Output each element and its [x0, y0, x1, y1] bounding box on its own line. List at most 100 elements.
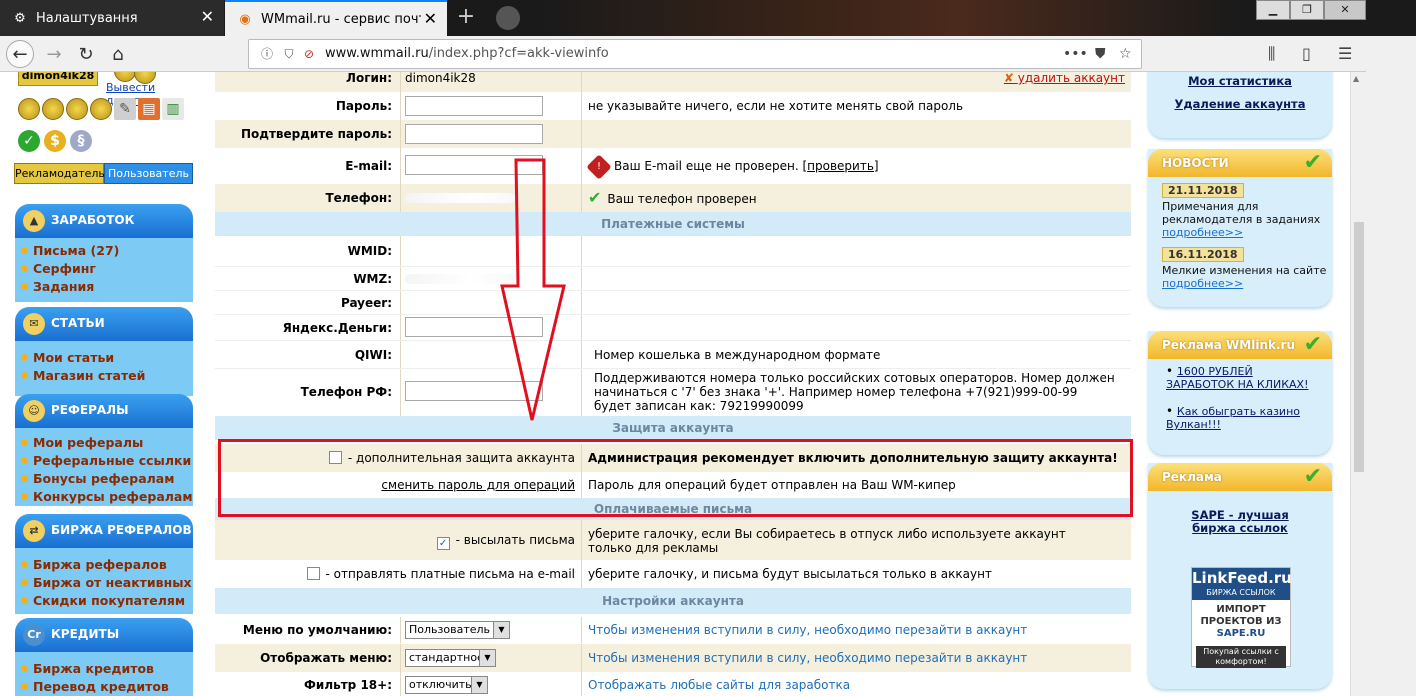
news-more-link[interactable]: подробнее>> [1162, 277, 1332, 290]
sidebar-item-surfing[interactable]: Серфинг [21, 260, 193, 278]
extra-protection-checkbox[interactable] [328, 451, 342, 464]
sidebar-item-inactive-exchange[interactable]: Биржа от неактивных [21, 574, 193, 592]
sidebar-item-credit-transfer[interactable]: Перевод кредитов [21, 678, 193, 696]
show-menu-select[interactable]: стандартное ▼ [405, 649, 496, 667]
paid-email-note: уберите галочку, и письма будут высылать… [581, 560, 1131, 588]
sidebar-item-buyer-discounts[interactable]: Скидки покупателям [21, 592, 193, 610]
back-button[interactable]: ← [6, 40, 34, 68]
maximize-button[interactable]: ❐ [1290, 0, 1324, 20]
section-title: СТАТЬИ [51, 316, 105, 330]
new-tab-button[interactable]: + [452, 4, 480, 32]
money-s-icon[interactable]: § [70, 130, 92, 152]
minimize-button[interactable]: ▁ [1256, 0, 1290, 20]
password-input[interactable] [405, 96, 543, 116]
op-password-note: Пароль для операций будет отправлен на В… [581, 472, 1131, 498]
qiwi-label: QIWI: [354, 348, 392, 362]
sidebar-icon[interactable]: ▯ [1302, 44, 1311, 63]
news-more-link[interactable]: подробнее>> [1162, 226, 1332, 239]
sidebar-item-letters[interactable]: Письма (27) [21, 242, 193, 260]
qiwi-row: QIWI: Номер кошелька в международном фор… [215, 340, 1131, 368]
delete-account-link[interactable]: ✘ удалить аккаунт [1004, 72, 1125, 90]
scroll-up-icon[interactable]: ▲ [1353, 74, 1359, 83]
medal-icon [66, 98, 88, 120]
default-menu-select[interactable]: Пользователь ▼ [405, 621, 510, 639]
sape-ad-link[interactable]: SAPE - лучшая биржа ссылок [1168, 509, 1312, 535]
library-icon[interactable]: ⫼ [1268, 44, 1275, 64]
phone-rf-row: Телефон РФ: Поддерживаются номера только… [215, 368, 1131, 416]
wmz-label: WMZ: [353, 272, 392, 286]
dollar-icon[interactable]: $ [44, 130, 66, 152]
user-button[interactable]: Пользователь [104, 163, 193, 184]
check-icon: ✔ [1303, 464, 1322, 489]
arrow-right-icon: → [46, 43, 62, 65]
news-text: Примечания для рекламодателя в заданиях [1162, 200, 1321, 226]
delete-icon: ✘ [1003, 72, 1018, 85]
confirm-password-label: Подтвердите пароль: [240, 127, 392, 141]
chevron-down-icon: ▼ [471, 677, 487, 693]
shield-icon[interactable]: ⛉ [281, 46, 297, 62]
email-check-link[interactable]: проверить [807, 159, 874, 173]
notepad-icon[interactable]: ✎ [114, 98, 136, 120]
sidebar-item-referral-bonuses[interactable]: Бонусы рефералам [21, 470, 193, 488]
sidebar-item-my-referrals[interactable]: Мои рефералы [21, 434, 193, 452]
warning-icon: ! [586, 153, 612, 180]
close-icon[interactable]: ✕ [424, 11, 437, 27]
email-row: E-mail: ! Ваш E-mail еще не проверен. [пр… [215, 148, 1131, 184]
wmlink-ad-link[interactable]: 1600 РУБЛЕЙ ЗАРАБОТОК НА КЛИКАХ! [1166, 365, 1309, 391]
linkfeed-logo: LinkFeed.ru [1192, 568, 1292, 588]
sidebar-item-tasks[interactable]: Задания [21, 278, 193, 296]
sidebar-item-referral-links[interactable]: Реферальные ссылки [21, 452, 193, 470]
pocket-icon[interactable]: ⛊ [1095, 46, 1106, 62]
chart-icon[interactable]: ▥ [162, 98, 184, 120]
wmlink-ad-link[interactable]: Как обыграть казино Вулкан!!! [1166, 405, 1300, 431]
window-close-button[interactable]: ✕ [1324, 0, 1366, 20]
news-date: 21.11.2018 [1162, 183, 1244, 198]
check-icon: ✔ [588, 188, 602, 207]
sidebar-item-my-articles[interactable]: Мои статьи [21, 349, 193, 367]
change-op-password-link[interactable]: сменить пароль для операций [381, 478, 575, 492]
check-circle-icon[interactable]: ✓ [18, 130, 40, 152]
sidebar-item-credit-exchange[interactable]: Биржа кредитов [21, 660, 193, 678]
qiwi-hint: Номер кошелька в международном формате [581, 341, 1131, 368]
paid-email-checkbox[interactable] [306, 567, 320, 580]
home-button[interactable]: ⌂ [104, 40, 132, 68]
bookmark-star-icon[interactable]: ☆ [1119, 46, 1132, 62]
bricks-icon[interactable]: ▤ [138, 98, 160, 120]
tab-wmmail[interactable]: ◉ WMmail.ru - сервис почтовых ✕ [225, 0, 447, 36]
email-status: Ваш E-mail еще не проверен. [614, 159, 799, 173]
my-stats-link[interactable]: Моя статистика [1148, 74, 1332, 88]
filter-select[interactable]: отключить ▼ [405, 676, 488, 694]
linkfeed-banner[interactable]: LinkFeed.ru БИРЖА ССЫЛОК ИМПОРТ ПРОЕКТОВ… [1191, 567, 1292, 668]
advertiser-button[interactable]: Рекламодатель [14, 163, 105, 184]
payeer-label: Payeer: [340, 296, 392, 310]
login-row: Логин: dimon4ik28 ✘ удалить аккаунт [215, 72, 1131, 92]
info-icon[interactable]: ⓘ [259, 46, 275, 62]
payeer-row: Payeer: [215, 290, 1131, 314]
wmlink-title: Реклама WMlink.ru [1162, 338, 1295, 352]
section-payment-systems: Платежные системы [215, 212, 1131, 236]
sidebar-item-referral-exchange[interactable]: Биржа рефералов [21, 556, 193, 574]
url-path: /index.php?cf=akk-viewinfo [428, 46, 609, 61]
scrollbar-thumb[interactable] [1354, 222, 1364, 472]
tab-settings[interactable]: ⚙ Налаштування ✕ [0, 0, 224, 36]
filter-row: Фильтр 18+: отключить ▼ Отображать любые … [215, 672, 1131, 696]
yandex-label: Яндекс.Деньги: [282, 321, 392, 335]
insecure-lock-icon[interactable]: ⊘ [301, 46, 317, 62]
confirm-password-input[interactable] [405, 124, 543, 144]
vertical-scrollbar[interactable]: ▲ [1350, 72, 1366, 696]
page-actions-icon[interactable]: ••• [1063, 46, 1088, 62]
phone-status: Ваш телефон проверен [607, 192, 757, 206]
chevron-down-icon: ▼ [493, 622, 509, 638]
close-icon[interactable]: ✕ [201, 9, 214, 25]
sidebar-item-referral-contests[interactable]: Конкурсы рефералам [21, 488, 193, 506]
phone-rf-hint: Поддерживаются номера только российских … [581, 369, 1131, 416]
delete-account-sidebar-link[interactable]: Удаление аккаунта [1148, 97, 1332, 111]
menu-icon[interactable]: ☰ [1338, 44, 1352, 63]
reload-button[interactable]: ↻ [72, 40, 100, 68]
sidebar-item-article-shop[interactable]: Магазин статей [21, 367, 193, 385]
wmid-label: WMID: [347, 244, 392, 258]
forward-button[interactable]: → [40, 40, 68, 68]
section-header: Cr КРЕДИТЫ [15, 618, 193, 652]
send-letters-checkbox[interactable]: ✓ [436, 537, 450, 550]
url-bar[interactable]: ⓘ ⛉ ⊘ www.wmmail.ru/index.php?cf=akk-vie… [248, 39, 1142, 69]
